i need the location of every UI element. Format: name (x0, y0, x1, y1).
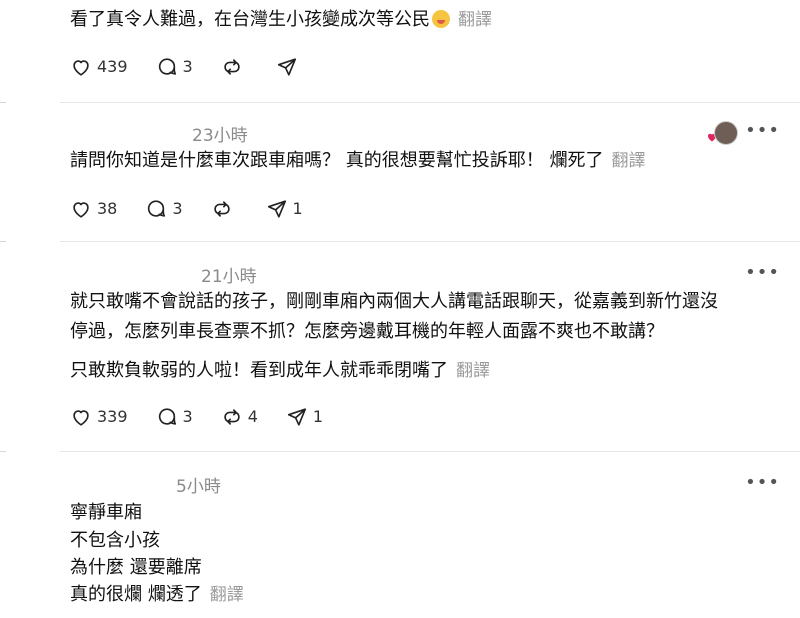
divider (60, 241, 800, 242)
post-timestamp: 21小時 (201, 267, 257, 287)
left-border-mark (0, 241, 6, 242)
post-2-line-2-row: 只敢欺負軟弱的人啦！看到成年人就乖乖閉嘴了 翻譯 (70, 359, 490, 383)
share-button[interactable]: 1 (286, 406, 323, 428)
repost-icon (213, 201, 230, 217)
share-button[interactable] (276, 56, 303, 78)
comment-button[interactable]: 3 (145, 198, 183, 220)
more-icon[interactable]: ••• (745, 474, 780, 492)
like-button[interactable]: 38 (70, 198, 117, 220)
translate-link[interactable]: 翻譯 (458, 10, 492, 30)
heart-icon (73, 202, 89, 218)
comment-icon (158, 58, 176, 75)
repost-icon (224, 59, 240, 75)
heart-icon (73, 410, 89, 426)
comment-button[interactable]: 3 (156, 406, 193, 428)
comment-button[interactable]: 3 (156, 56, 193, 78)
post-1-text: 請問你知道是什麼車次跟車廂嗎？ 真的很想要幫忙投訴耶！ 爛死了 翻譯 (70, 149, 645, 173)
post-1-line-0: 請問你知道是什麼車次跟車廂嗎？ 真的很想要幫忙投訴耶！ 爛死了 (70, 150, 604, 171)
comment-count: 3 (182, 407, 193, 426)
divider (60, 102, 800, 103)
send-icon (267, 200, 286, 218)
post-1-actions: 38 3 1 (70, 197, 331, 221)
post-2-line-1: 停過，怎麼列車長查票不抓？怎麼旁邊戴耳機的年輕人面露不爽也不敢講？ (70, 321, 664, 342)
left-border-mark (0, 451, 6, 452)
avatar[interactable] (714, 121, 738, 145)
share-count: 1 (292, 199, 303, 218)
post-2-line-0: 就只敢嘴不會說話的孩子，剛剛車廂內兩個大人講電話跟聊天，從嘉義到新竹還沒 (70, 291, 718, 312)
repost-count: 4 (247, 407, 258, 426)
emoji-icon (432, 10, 450, 28)
post-timestamp: 5小時 (176, 477, 221, 497)
translate-link[interactable]: 翻譯 (611, 151, 645, 171)
repost-button[interactable] (221, 56, 248, 78)
repost-button[interactable] (211, 198, 238, 220)
more-icon[interactable]: ••• (745, 264, 780, 282)
post-3-line-2: 為什麼 還要離席 (70, 557, 202, 578)
send-icon (287, 408, 306, 426)
post-2-actions: 339 3 4 1 (70, 405, 351, 429)
post-0-line-0: 看了真令人難過，在台灣生小孩變成次等公民 (70, 9, 430, 30)
divider (60, 451, 800, 452)
post-3-line-1: 不包含小孩 (70, 530, 160, 551)
more-icon[interactable]: ••• (745, 122, 780, 140)
like-button[interactable]: 339 (70, 406, 128, 428)
like-count: 339 (97, 407, 128, 426)
post-0-actions: 439 3 (70, 55, 331, 79)
like-count: 439 (97, 57, 128, 76)
comment-count: 3 (182, 57, 193, 76)
share-button[interactable]: 1 (266, 198, 303, 220)
post-2-line-2: 只敢欺負軟弱的人啦！看到成年人就乖乖閉嘴了 (70, 360, 448, 381)
post-timestamp: 23小時 (192, 126, 248, 146)
post-3-line-0: 寧靜車廂 (70, 502, 142, 523)
send-icon (277, 58, 296, 76)
repost-icon (224, 409, 240, 425)
like-count: 38 (97, 199, 118, 218)
repost-button[interactable]: 4 (221, 406, 258, 428)
post-0-text: 看了真令人難過，在台灣生小孩變成次等公民 翻譯 (70, 8, 492, 32)
translate-link[interactable]: 翻譯 (456, 361, 490, 381)
comment-icon (158, 408, 176, 425)
comment-count: 3 (172, 199, 183, 218)
post-3-line-3: 真的很爛 爛透了 (70, 584, 202, 605)
like-button[interactable]: 439 (70, 56, 128, 78)
heart-icon (73, 60, 89, 76)
share-count: 1 (312, 407, 324, 426)
comment-icon (148, 200, 166, 217)
post-3-line-3-row: 真的很爛 爛透了 翻譯 (70, 583, 244, 607)
translate-link[interactable]: 翻譯 (210, 585, 244, 605)
left-border-mark (0, 102, 6, 103)
